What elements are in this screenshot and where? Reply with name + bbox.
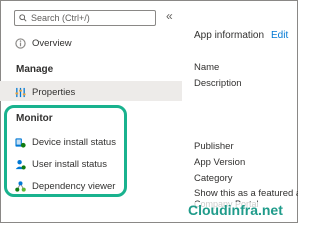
edit-link[interactable]: Edit bbox=[271, 30, 288, 41]
nav-item-label: Overview bbox=[32, 37, 72, 49]
nav-item-properties[interactable]: Properties bbox=[14, 86, 75, 98]
section-heading-monitor: Monitor bbox=[16, 113, 53, 124]
collapse-menu-icon[interactable]: « bbox=[166, 9, 173, 23]
nav-item-overview[interactable]: Overview bbox=[14, 37, 72, 49]
search-box[interactable]: Search (Ctrl+/) bbox=[14, 10, 156, 26]
nav-item-label: User install status bbox=[32, 158, 107, 170]
dependency-icon bbox=[14, 180, 26, 192]
properties-icon bbox=[14, 86, 26, 98]
field-label-featured-app: Show this as a featured app bbox=[194, 188, 298, 199]
field-label-description: Description bbox=[194, 78, 242, 89]
device-status-icon bbox=[14, 136, 26, 148]
overview-icon bbox=[14, 37, 26, 49]
user-status-icon bbox=[14, 158, 26, 170]
page-title: App information bbox=[194, 30, 265, 41]
field-label-name: Name bbox=[194, 62, 220, 73]
search-icon bbox=[19, 14, 27, 22]
field-label-app-version: App Version bbox=[194, 157, 246, 168]
nav-item-dependency-viewer[interactable]: Dependency viewer bbox=[14, 180, 115, 192]
section-heading-manage: Manage bbox=[16, 64, 54, 75]
nav-item-user-install-status[interactable]: User install status bbox=[14, 158, 107, 170]
nav-item-label: Device install status bbox=[32, 136, 116, 148]
watermark: Cloudinfra.net bbox=[186, 202, 285, 218]
nav-item-label: Properties bbox=[32, 86, 76, 98]
field-label-publisher: Publisher bbox=[194, 141, 234, 152]
nav-item-device-install-status[interactable]: Device install status bbox=[14, 136, 116, 148]
nav-item-label: Dependency viewer bbox=[32, 180, 116, 192]
search-input[interactable]: Search (Ctrl+/) bbox=[31, 13, 90, 23]
field-label-category: Category bbox=[194, 173, 233, 184]
